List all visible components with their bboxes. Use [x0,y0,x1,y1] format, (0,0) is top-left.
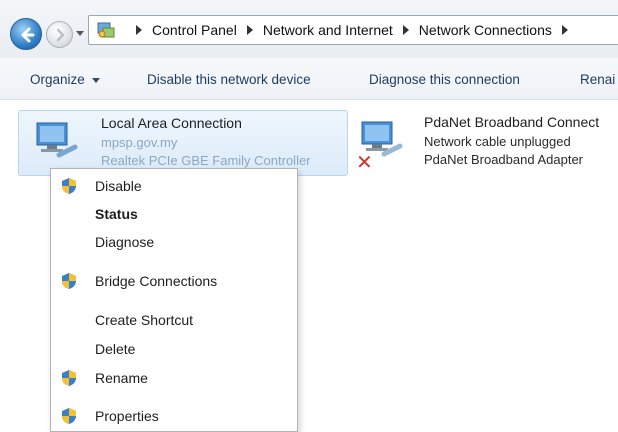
breadcrumb-separator[interactable] [561,25,568,35]
menu-item-rename[interactable]: Rename [51,365,297,391]
disable-device-button[interactable]: Disable this network device [147,72,311,87]
breadcrumb-network-and-internet[interactable]: Network and Internet [263,22,393,38]
menu-item-label: Delete [95,341,136,357]
menu-item-label: Diagnose [95,234,155,250]
back-arrow-icon [21,27,35,43]
connection-status: Network cable unplugged [424,134,571,149]
context-menu: Disable Status Diagnose Bridge Connectio… [50,168,298,432]
rename-button[interactable]: Renai [580,72,615,87]
uac-shield-icon [62,408,76,424]
breadcrumb: Control Panel Network and Internet Netwo… [126,22,578,38]
breadcrumb-separator[interactable] [246,25,253,35]
command-bar: Organize Disable this network device Dia… [0,58,618,100]
connection-name: Local Area Connection [101,115,242,131]
network-adapter-icon [36,122,78,158]
menu-item-label: Disable [95,178,142,194]
forward-button[interactable] [46,21,73,48]
address-area: Control Panel Network and Internet Netwo… [0,0,618,58]
menu-item-properties[interactable]: Properties [51,403,297,429]
organize-menu[interactable]: Organize [30,72,100,87]
menu-item-label: Status [95,206,138,222]
uac-shield-icon [62,273,76,289]
connection-device: Realtek PCIe GBE Family Controller [101,153,311,168]
menu-item-disable[interactable]: Disable [51,173,297,199]
diagnose-connection-button[interactable]: Diagnose this connection [369,72,520,87]
menu-item-label: Create Shortcut [95,312,194,328]
connection-name: PdaNet Broadband Connect [424,114,600,130]
control-panel-icon [97,22,115,38]
connection-local-area[interactable]: Local Area Connection mpsp.gov.my Realte… [18,110,348,176]
organize-label: Organize [30,72,85,87]
uac-shield-icon [62,178,76,194]
menu-item-label: Rename [95,370,148,386]
menu-item-label: Properties [95,408,159,424]
connection-device: PdaNet Broadband Adapter [424,152,584,167]
menu-item-delete[interactable]: Delete [51,336,297,362]
back-button[interactable] [10,18,42,50]
breadcrumb-separator[interactable] [136,25,142,35]
uac-shield-icon [62,370,76,386]
menu-item-bridge-connections[interactable]: Bridge Connections [51,268,297,294]
breadcrumb-separator[interactable] [402,25,409,35]
menu-item-diagnose[interactable]: Diagnose [51,229,297,255]
recent-pages-dropdown[interactable] [76,31,84,36]
forward-arrow-icon [56,28,65,42]
menu-item-create-shortcut[interactable]: Create Shortcut [51,307,297,333]
red-x-icon: ✕ [356,152,373,174]
chevron-down-icon [91,77,100,83]
connection-network: mpsp.gov.my [101,135,178,150]
breadcrumb-control-panel[interactable]: Control Panel [152,22,237,38]
connection-pdanet[interactable]: ✕ PdaNet Broadband Connect Network cable… [352,110,618,176]
menu-item-label: Bridge Connections [95,273,218,289]
breadcrumb-network-connections[interactable]: Network Connections [419,22,552,38]
menu-item-status[interactable]: Status [51,201,297,227]
connections-view: Local Area Connection mpsp.gov.my Realte… [0,100,618,432]
